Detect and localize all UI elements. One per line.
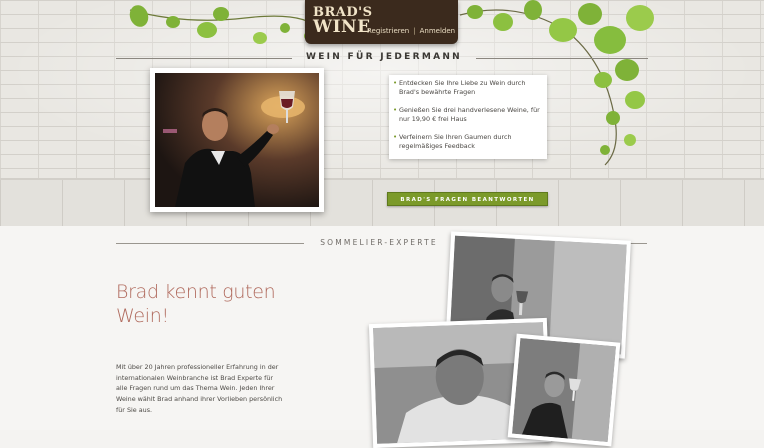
benefit-item-1: • Entdecken Sie Ihre Liebe zu Wein durch … (393, 79, 526, 96)
brad-toast-image (155, 73, 319, 207)
section-title: SOMMELIER-EXPERTE (320, 238, 438, 247)
benefit-item-2: • Genießen Sie drei handverlesene Weine, … (393, 106, 540, 123)
header-nav: Registrieren | Anmelden (367, 27, 455, 35)
brad-tasting-photo (507, 333, 621, 447)
grape-vine-left-icon (129, 5, 321, 44)
brand-logo[interactable]: BRAD'S WINE Registrieren | Anmelden (305, 0, 458, 44)
nav-separator: | (413, 27, 416, 35)
hero-tagline: WEIN FÜR JEDERMANN (305, 52, 463, 62)
hero-section: BRAD'S WINE Registrieren | Anmelden WEIN F… (0, 0, 764, 226)
bullet-icon: • (393, 79, 398, 87)
benefits-card: • Entdecken Sie Ihre Liebe zu Wein durch … (389, 75, 547, 159)
tagline-rule-right (476, 58, 648, 59)
sommelier-section: SOMMELIER-EXPERTE Brad kennt guten Wein!… (0, 226, 764, 448)
expert-headline: Brad kennt guten Wein! (116, 281, 276, 327)
expert-body-text: Mit über 20 Jahren professioneller Erfah… (116, 363, 283, 414)
logo-line-2: WINE (313, 17, 371, 37)
section-rule-left (116, 243, 304, 244)
brad-toast-photo (150, 68, 324, 212)
tagline-rule-left (116, 58, 292, 59)
brad-tasting-image (511, 337, 617, 443)
wooden-floor-background (0, 178, 764, 226)
register-link[interactable]: Registrieren (367, 27, 409, 35)
benefit-item-3: • Verfeinern Sie Ihren Gaumen durch regel… (393, 133, 512, 150)
bullet-icon: • (393, 133, 398, 141)
answer-questions-button[interactable]: BRAD'S FRAGEN BEANTWORTEN (387, 192, 548, 206)
login-link[interactable]: Anmelden (420, 27, 455, 35)
logo-wordmark: BRAD'S WINE (313, 6, 373, 36)
bullet-icon: • (393, 106, 398, 114)
